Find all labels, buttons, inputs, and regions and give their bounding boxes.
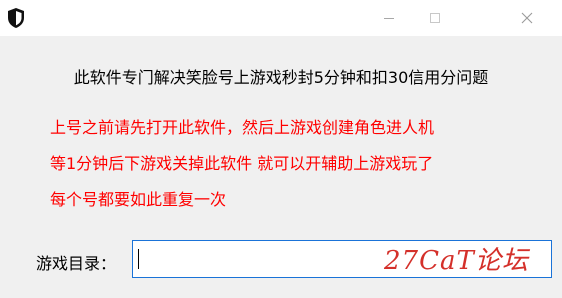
maximize-icon bbox=[430, 13, 440, 23]
title-bar[interactable] bbox=[0, 0, 562, 36]
instruction-line-1: 上号之前请先打开此软件，然后上游戏创建角色进人机 bbox=[50, 118, 435, 137]
close-button[interactable] bbox=[504, 0, 550, 36]
shield-icon[interactable] bbox=[6, 7, 26, 29]
maximize-button[interactable] bbox=[412, 0, 458, 36]
headline-text: 此软件专门解决笑脸号上游戏秒封5分钟和扣30信用分问题 bbox=[73, 68, 489, 87]
instruction-line-3: 每个号都要如此重复一次 bbox=[50, 190, 227, 209]
game-dir-label: 游戏目录： bbox=[36, 254, 117, 273]
app-window: 此软件专门解决笑脸号上游戏秒封5分钟和扣30信用分问题 上号之前请先打开此软件，… bbox=[0, 0, 562, 298]
minimize-button[interactable] bbox=[366, 0, 412, 36]
instruction-line-2: 等1分钟后下游戏关掉此软件 就可以开辅助上游戏玩了 bbox=[50, 154, 434, 173]
forum-watermark: 27CaT论坛 bbox=[384, 246, 529, 276]
close-icon bbox=[521, 12, 533, 24]
text-caret bbox=[138, 249, 139, 269]
minimize-icon bbox=[384, 17, 394, 19]
